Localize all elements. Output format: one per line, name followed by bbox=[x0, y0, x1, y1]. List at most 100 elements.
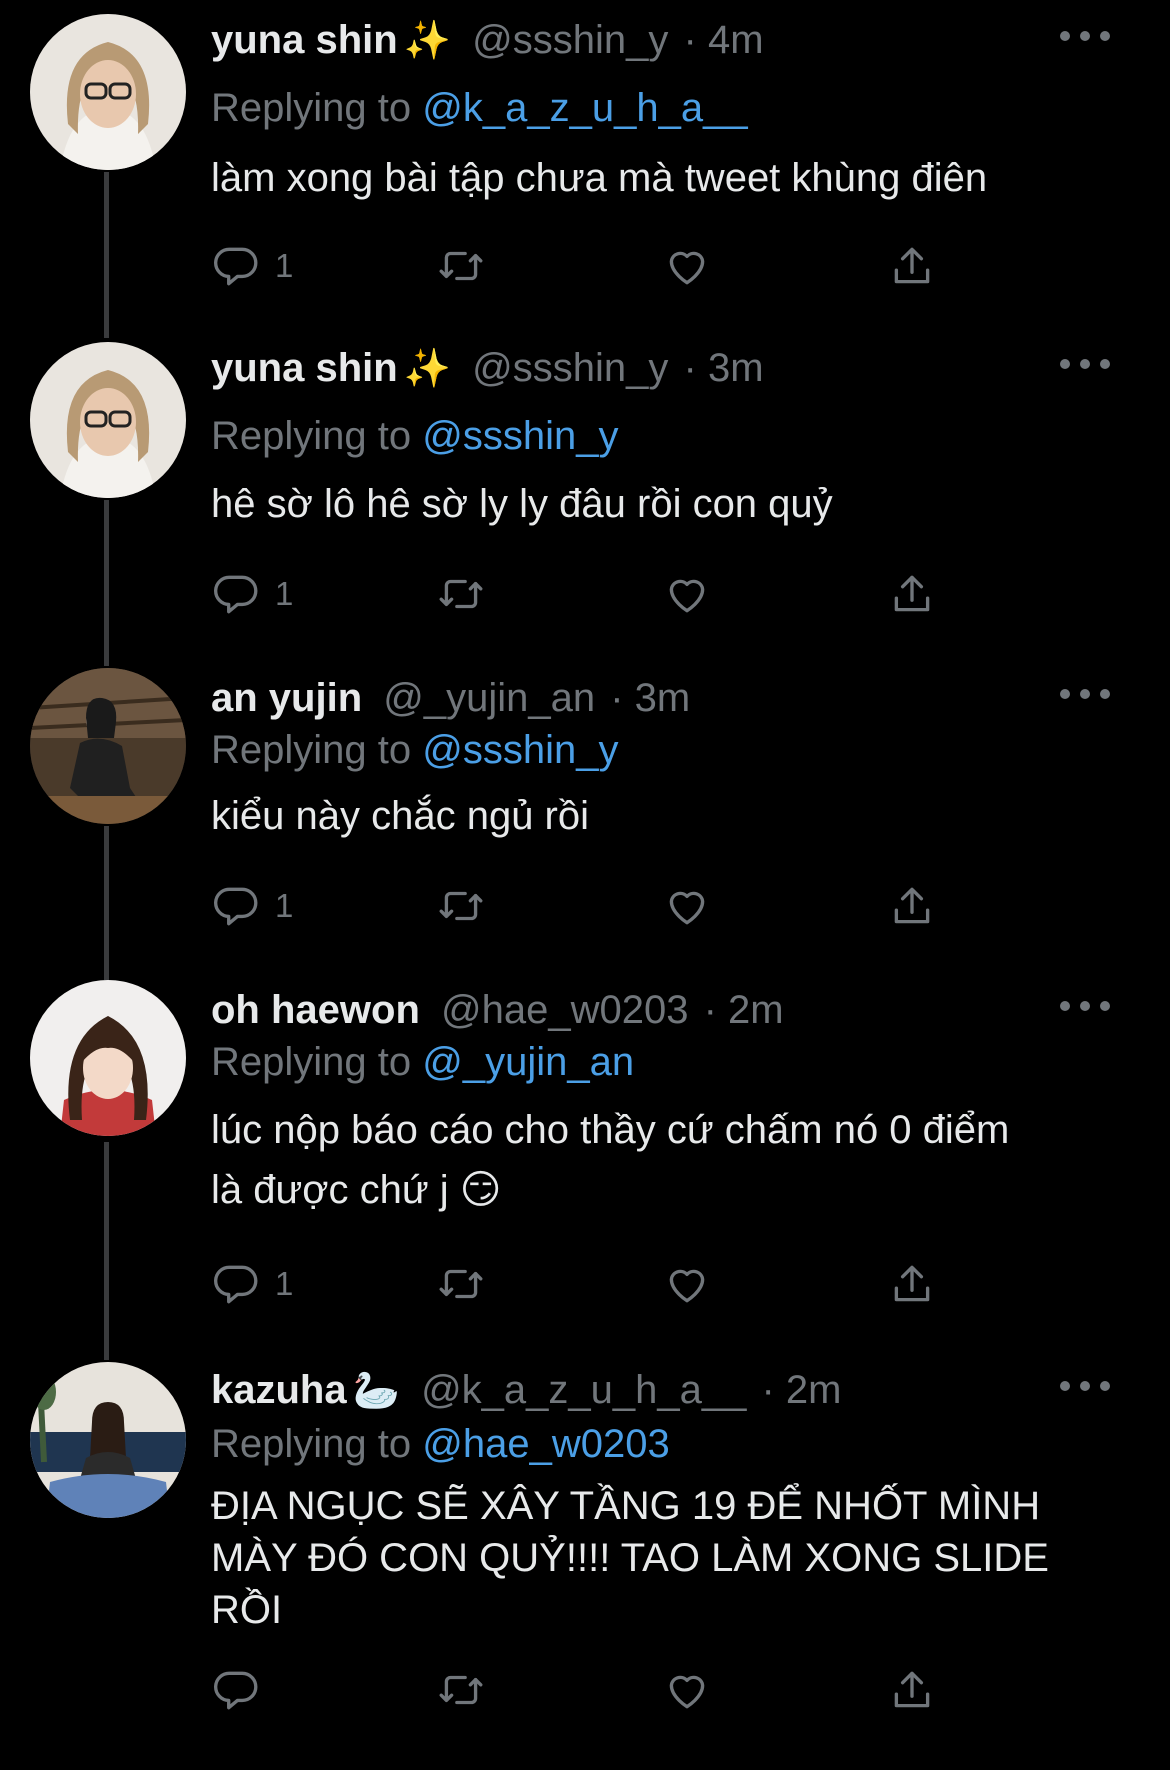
retweet-button[interactable] bbox=[436, 564, 486, 624]
like-button[interactable] bbox=[662, 1254, 712, 1314]
share-button[interactable] bbox=[887, 236, 937, 296]
like-icon bbox=[669, 1269, 705, 1303]
more-icon[interactable] bbox=[1060, 16, 1110, 56]
reply-icon bbox=[214, 887, 258, 926]
replying-label: Replying to bbox=[211, 1040, 412, 1084]
avatar[interactable] bbox=[30, 342, 186, 498]
handle[interactable]: @k_a_z_u_h_a__ bbox=[421, 1368, 746, 1412]
share-icon bbox=[894, 1671, 930, 1708]
display-name[interactable]: yuna shin bbox=[211, 18, 398, 62]
handle[interactable]: @hae_w0203 bbox=[441, 988, 688, 1032]
like-icon bbox=[669, 891, 705, 925]
tweet[interactable]: yuna shin ✨ @ssshin_y · 4m Replying to @k… bbox=[0, 0, 1170, 328]
reply-count: 1 bbox=[275, 247, 294, 284]
replying-to: Replying to @k_a_z_u_h_a__ bbox=[211, 82, 748, 134]
retweet-button[interactable] bbox=[436, 236, 486, 296]
replying-to: Replying to @ssshin_y bbox=[211, 724, 618, 776]
like-button[interactable] bbox=[662, 236, 712, 296]
replying-to-link[interactable]: @k_a_z_u_h_a__ bbox=[422, 86, 747, 130]
tweet-text: ĐỊA NGỤC SẼ XÂY TẦNG 19 ĐỂ NHỐT MÌNH MÀY… bbox=[211, 1480, 1111, 1636]
replying-to-link[interactable]: @hae_w0203 bbox=[422, 1422, 669, 1466]
timestamp[interactable]: · 2m bbox=[704, 988, 784, 1032]
replying-label: Replying to bbox=[211, 414, 412, 458]
tweet-header: yuna shin ✨ @ssshin_y · 4m bbox=[211, 14, 1050, 67]
avatar[interactable] bbox=[30, 668, 186, 824]
like-button[interactable] bbox=[662, 564, 712, 624]
tweet[interactable]: yuna shin ✨ @ssshin_y · 3m Replying to @s… bbox=[0, 328, 1170, 658]
tweet-text-line: RỒI bbox=[211, 1588, 283, 1632]
share-icon bbox=[894, 575, 930, 612]
reply-button[interactable]: 1 bbox=[211, 564, 293, 624]
replying-to-link[interactable]: @ssshin_y bbox=[422, 728, 618, 772]
retweet-icon bbox=[439, 579, 483, 609]
like-icon bbox=[669, 251, 705, 285]
tweet-header: yuna shin ✨ @ssshin_y · 3m bbox=[211, 342, 1050, 395]
more-icon[interactable] bbox=[1060, 674, 1110, 714]
tweet[interactable]: an yujin @_yujin_an · 3m Replying to @ss… bbox=[0, 658, 1170, 970]
timestamp[interactable]: · 3m bbox=[684, 346, 764, 390]
tweet-header: an yujin @_yujin_an · 3m bbox=[211, 672, 1050, 724]
reply-icon bbox=[214, 1265, 258, 1304]
more-icon[interactable] bbox=[1060, 1366, 1110, 1406]
tweet-text: kiểu này chắc ngủ rồi bbox=[211, 794, 590, 838]
share-icon bbox=[894, 887, 930, 924]
display-name[interactable]: an yujin bbox=[211, 676, 362, 720]
retweet-button[interactable] bbox=[436, 1660, 486, 1720]
reply-icon bbox=[214, 1671, 258, 1710]
share-icon bbox=[894, 247, 930, 284]
timestamp[interactable]: · 3m bbox=[610, 676, 690, 720]
tweet-text-line: ĐỊA NGỤC SẼ XÂY TẦNG 19 ĐỂ NHỐT MÌNH bbox=[211, 1484, 1041, 1528]
reply-button[interactable]: 1 bbox=[211, 876, 293, 936]
reply-count: 1 bbox=[275, 575, 294, 612]
replying-to-link[interactable]: @ssshin_y bbox=[422, 414, 618, 458]
timestamp[interactable]: · 2m bbox=[762, 1368, 842, 1412]
like-button[interactable] bbox=[662, 1660, 712, 1720]
more-icon[interactable] bbox=[1060, 986, 1110, 1026]
action-bar: 1 bbox=[211, 236, 951, 296]
avatar[interactable] bbox=[30, 1362, 186, 1518]
share-button[interactable] bbox=[887, 1254, 937, 1314]
like-icon bbox=[669, 1675, 705, 1709]
reply-button[interactable]: 1 bbox=[211, 236, 293, 296]
replying-label: Replying to bbox=[211, 728, 412, 772]
sparkles-emoji: ✨ bbox=[403, 20, 452, 62]
avatar[interactable] bbox=[30, 14, 186, 170]
handle[interactable]: @_yujin_an bbox=[383, 676, 595, 720]
retweet-icon bbox=[439, 1675, 483, 1705]
handle[interactable]: @ssshin_y bbox=[472, 346, 668, 390]
more-icon[interactable] bbox=[1060, 344, 1110, 384]
action-bar: 1 bbox=[211, 1254, 951, 1314]
tweet[interactable]: kazuha 🦢 @k_a_z_u_h_a__ · 2m Replying to … bbox=[0, 1360, 1170, 1770]
tweet-text-line: lúc nộp báo cáo cho thầy cứ chấm nó 0 đi… bbox=[211, 1108, 1010, 1152]
replying-to: Replying to @hae_w0203 bbox=[211, 1418, 670, 1470]
replying-label: Replying to bbox=[211, 1422, 412, 1466]
share-button[interactable] bbox=[887, 564, 937, 624]
retweet-button[interactable] bbox=[436, 876, 486, 936]
avatar[interactable] bbox=[30, 980, 186, 1136]
reply-button[interactable]: 1 bbox=[211, 1254, 293, 1314]
like-button[interactable] bbox=[662, 876, 712, 936]
replying-label: Replying to bbox=[211, 86, 412, 130]
share-button[interactable] bbox=[887, 876, 937, 936]
retweet-icon bbox=[439, 251, 483, 281]
display-name[interactable]: kazuha bbox=[211, 1368, 347, 1412]
tweet-text: hê sờ lô hê sờ ly ly đâu rồi con quỷ bbox=[211, 482, 833, 526]
tweet-header: kazuha 🦢 @k_a_z_u_h_a__ · 2m bbox=[211, 1364, 1050, 1417]
display-name[interactable]: oh haewon bbox=[211, 988, 420, 1032]
tweet-text-line: MÀY ĐÓ CON QUỶ!!!! TAO LÀM XONG SLIDE bbox=[211, 1536, 1049, 1580]
tweet-text-line: là được chứ j 😏 bbox=[211, 1168, 502, 1212]
reply-button[interactable] bbox=[211, 1660, 275, 1720]
like-icon bbox=[669, 579, 705, 613]
handle[interactable]: @ssshin_y bbox=[472, 18, 668, 62]
sparkles-emoji: ✨ bbox=[403, 348, 452, 390]
swan-emoji: 🦢 bbox=[352, 1370, 400, 1412]
timestamp[interactable]: · 4m bbox=[684, 18, 764, 62]
display-name[interactable]: yuna shin bbox=[211, 346, 398, 390]
reply-icon bbox=[214, 575, 258, 614]
replying-to-link[interactable]: @_yujin_an bbox=[422, 1040, 634, 1084]
action-bar: 1 bbox=[211, 564, 951, 624]
share-button[interactable] bbox=[887, 1660, 937, 1720]
retweet-button[interactable] bbox=[436, 1254, 486, 1314]
tweet[interactable]: oh haewon @hae_w0203 · 2m Replying to @_… bbox=[0, 970, 1170, 1360]
reply-count: 1 bbox=[275, 887, 294, 924]
